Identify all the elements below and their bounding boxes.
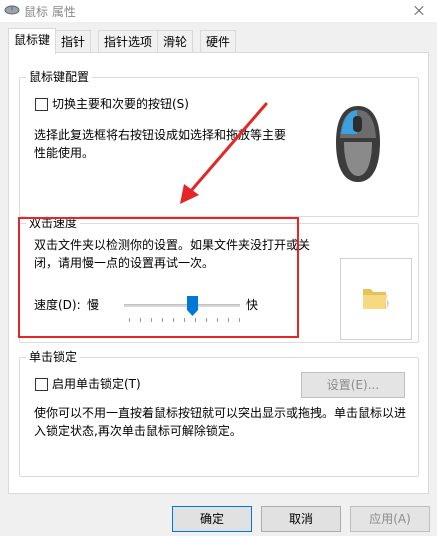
settings-button[interactable]: 设置(E)... [301, 372, 405, 398]
ok-button[interactable]: 确定 [172, 506, 252, 532]
group-title: 单击锁定 [26, 349, 81, 365]
switch-buttons-label[interactable]: 切换主要和次要的按钮(S) [52, 95, 189, 114]
tab-pointer-options[interactable]: 指针选项 [98, 30, 159, 52]
apply-button[interactable]: 应用(A) [350, 506, 430, 532]
click-lock-group: 单击锁定 启用单击锁定(T) 设置(E)... 使你可以不用一直按着鼠标按钮就可… [19, 349, 419, 477]
folder-icon[interactable] [360, 283, 390, 313]
switch-buttons-checkbox[interactable] [35, 98, 48, 111]
window-title: 鼠标 属性 [24, 5, 76, 19]
tab-pointers[interactable]: 指针 [55, 30, 92, 52]
description-text: 使你可以不用一直按着鼠标按钮就可以突出显示或拖拽。单击鼠标以进 [34, 406, 407, 420]
tab-buttons[interactable]: 鼠标键 [8, 28, 57, 54]
enable-click-lock-label[interactable]: 启用单击锁定(T) [52, 375, 141, 394]
description-text: 选择此复选框将右按钮设成如选择和拖放等主要 [34, 128, 287, 142]
mouse-app-icon [4, 4, 20, 16]
button-config-group: 鼠标键配置 切换主要和次要的按钮(S) 选择此复选框将右按钮设成如选择和拖放等主… [19, 69, 419, 217]
mouse-icon [326, 102, 390, 186]
tab-wheel[interactable]: 滑轮 [157, 30, 194, 52]
tab-panel: 鼠标键配置 切换主要和次要的按钮(S) 选择此复选框将右按钮设成如选择和拖放等主… [8, 52, 429, 494]
description-text: 入锁定状态,再次单击鼠标可解除锁定。 [34, 424, 242, 438]
group-title: 鼠标键配置 [26, 69, 93, 85]
cancel-button[interactable]: 取消 [261, 506, 341, 532]
test-area[interactable] [340, 258, 412, 340]
annotation-highlight-box [18, 217, 299, 338]
enable-click-lock-checkbox[interactable] [35, 378, 48, 391]
close-button[interactable] [401, 0, 437, 22]
title-bar: 鼠标 属性 [0, 0, 437, 22]
description-text: 性能使用。 [34, 146, 95, 160]
tab-hardware[interactable]: 硬件 [200, 30, 237, 52]
